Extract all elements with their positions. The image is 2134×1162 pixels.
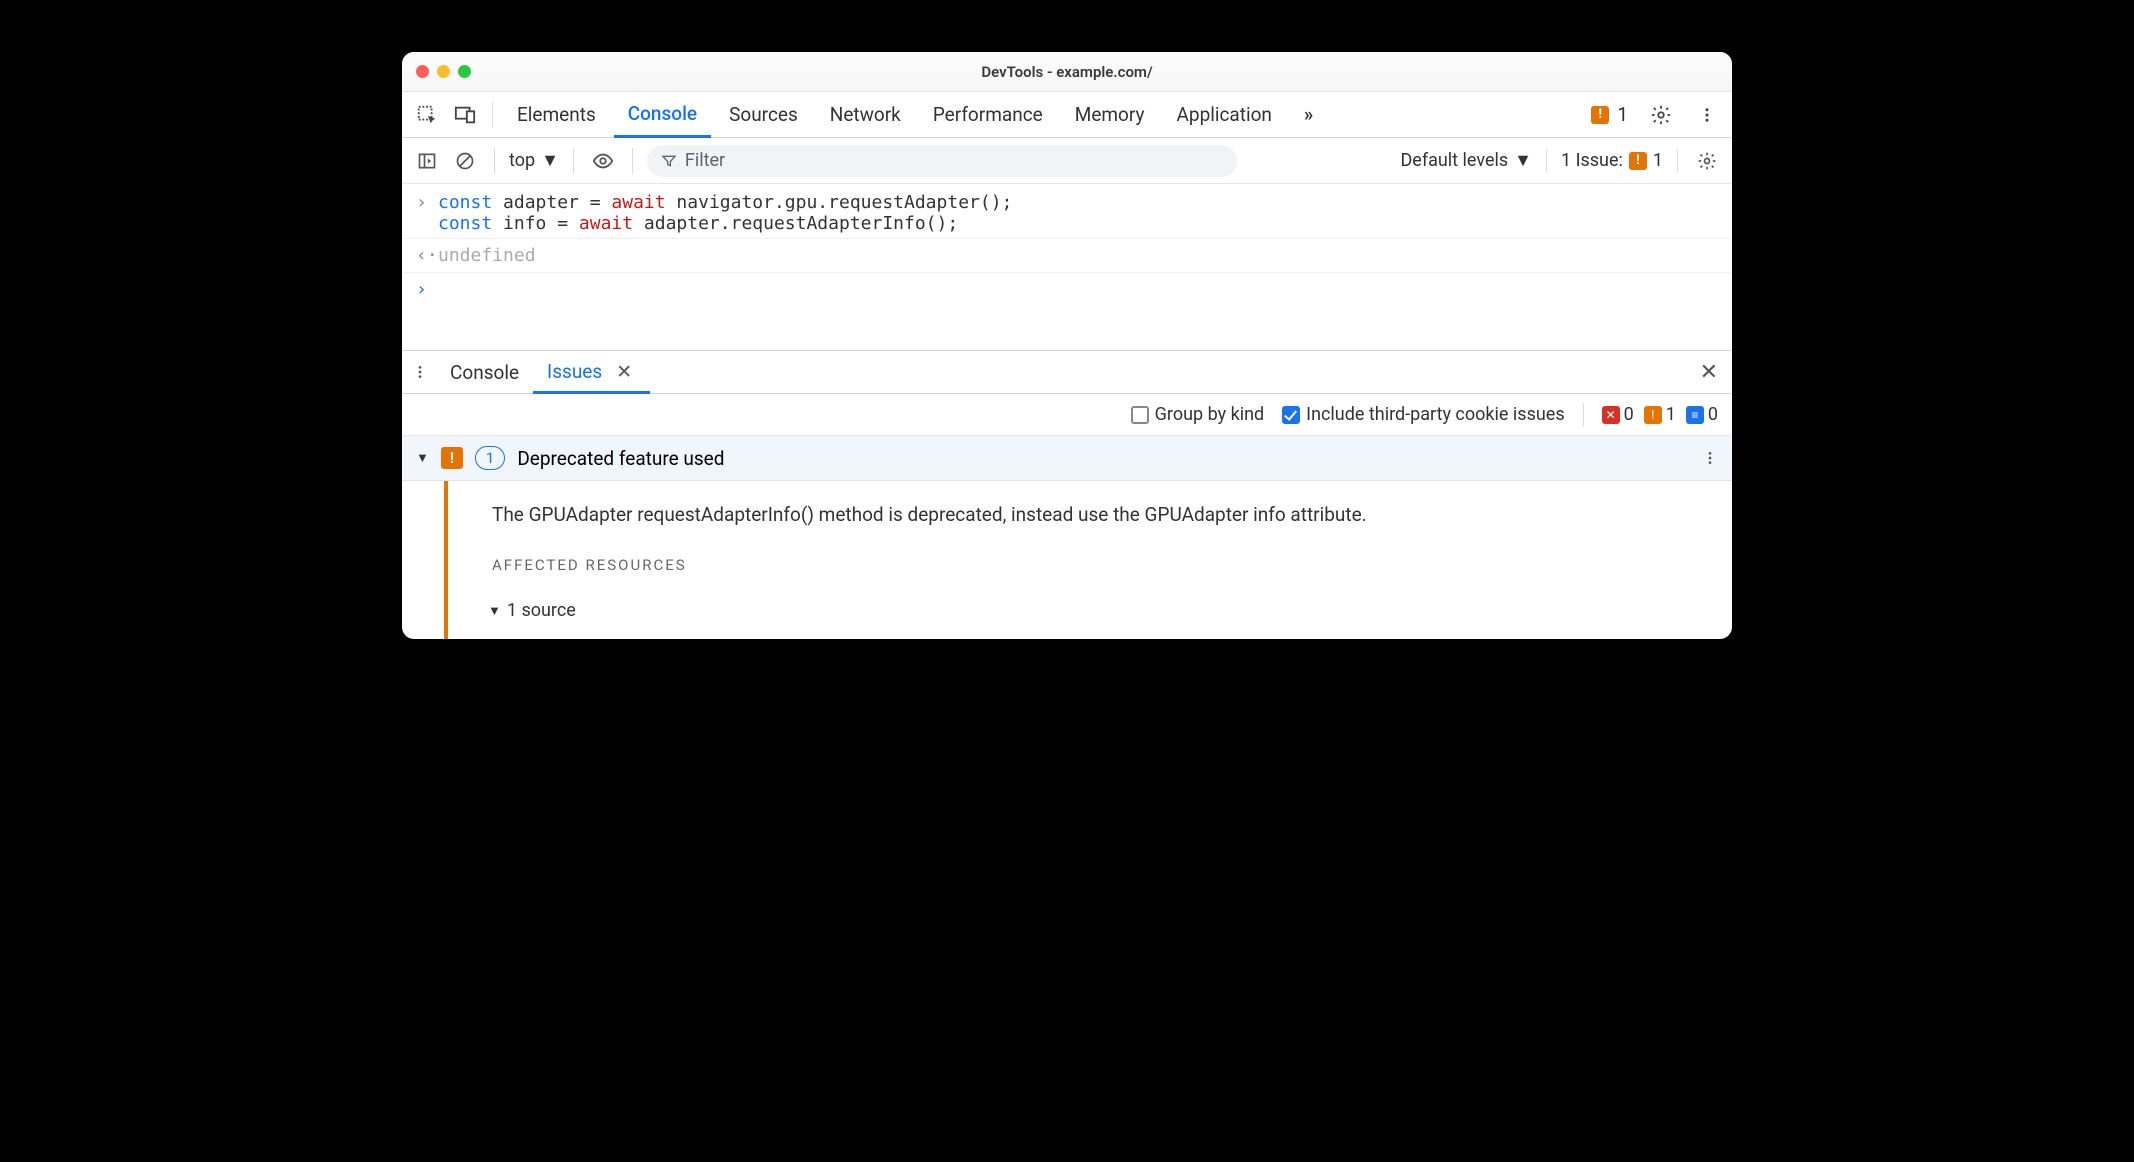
issue-description: The GPUAdapter requestAdapterInfo() meth…: [492, 503, 1712, 526]
close-window-button[interactable]: [416, 65, 429, 78]
main-tabs: Elements Console Sources Network Perform…: [402, 92, 1732, 138]
drawer-tabs: Console Issues ✕ ✕: [402, 350, 1732, 394]
warn-count: 1: [1613, 103, 1632, 126]
input-arrow-icon: ›: [416, 192, 438, 234]
issues-toolbar: Group by kind Include third-party cookie…: [402, 394, 1732, 436]
console-settings-icon[interactable]: [1692, 146, 1722, 176]
warning-count[interactable]: !1: [1644, 404, 1676, 425]
prompt-arrow-icon: ›: [416, 279, 438, 300]
warning-icon: !: [1591, 106, 1609, 124]
divider: [1546, 149, 1547, 173]
live-expression-icon[interactable]: [588, 146, 618, 176]
error-count[interactable]: ✕0: [1602, 404, 1634, 425]
maximize-window-button[interactable]: [458, 65, 471, 78]
source-toggle[interactable]: ▼ 1 source: [488, 600, 1712, 621]
settings-icon[interactable]: [1644, 98, 1678, 132]
tab-performance[interactable]: Performance: [919, 92, 1057, 137]
warning-icon: !: [1629, 152, 1647, 170]
tab-network[interactable]: Network: [816, 92, 915, 137]
info-count[interactable]: ≡0: [1686, 404, 1718, 425]
tab-sources[interactable]: Sources: [715, 92, 812, 137]
expand-triangle-icon: ▼: [488, 603, 501, 619]
console-input-entry: › const adapter = await navigator.gpu.re…: [402, 188, 1732, 238]
devtools-window: DevTools - example.com/ Elements Console…: [402, 52, 1732, 639]
tab-application[interactable]: Application: [1163, 92, 1286, 137]
checkbox-label: Include third-party cookie issues: [1306, 404, 1564, 425]
inspect-icon[interactable]: [410, 98, 444, 132]
affected-resources-label: Affected Resources: [492, 556, 1712, 574]
warning-icon: !: [441, 447, 463, 469]
filter-input[interactable]: Filter: [647, 145, 1237, 177]
chevron-down-icon: ▼: [1514, 150, 1532, 171]
drawer-kebab-icon[interactable]: [412, 364, 436, 380]
warning-icon: !: [1644, 406, 1662, 424]
chevron-down-icon: ▼: [541, 150, 559, 171]
output-arrow-icon: ‹·: [416, 245, 438, 266]
console-prompt[interactable]: ›: [402, 273, 1732, 350]
issue-label: 1 Issue:: [1561, 150, 1623, 171]
issue-count: 1: [1653, 150, 1663, 171]
toggle-sidebar-icon[interactable]: [412, 146, 442, 176]
issue-row-header[interactable]: ▼ ! 1 Deprecated feature used: [402, 436, 1732, 481]
expand-triangle-icon: ▼: [416, 450, 429, 466]
divider: [492, 102, 493, 128]
kebab-menu-icon[interactable]: [1690, 98, 1724, 132]
execution-context-selector[interactable]: top ▼: [509, 150, 559, 171]
divider: [494, 148, 495, 174]
info-icon: ≡: [1686, 406, 1704, 424]
tab-console[interactable]: Console: [614, 93, 711, 138]
tab-elements[interactable]: Elements: [503, 92, 610, 137]
divider: [1677, 149, 1678, 173]
window-controls: [416, 65, 471, 78]
console-output: › const adapter = await navigator.gpu.re…: [402, 184, 1732, 350]
console-toolbar: top ▼ Filter Default levels ▼ 1 Issue: !…: [402, 138, 1732, 184]
issues-indicator[interactable]: ! 1: [1591, 103, 1632, 126]
clear-console-icon[interactable]: [450, 146, 480, 176]
error-icon: ✕: [1602, 406, 1620, 424]
titlebar: DevTools - example.com/: [402, 52, 1732, 92]
issue-title: Deprecated feature used: [517, 447, 724, 470]
tab-memory[interactable]: Memory: [1061, 92, 1159, 137]
close-drawer-icon[interactable]: ✕: [1696, 360, 1722, 385]
drawer-tab-label: Issues: [547, 360, 602, 383]
issue-body: The GPUAdapter requestAdapterInfo() meth…: [402, 481, 1732, 639]
output-value: undefined: [438, 245, 536, 266]
context-label: top: [509, 150, 535, 171]
levels-label: Default levels: [1400, 150, 1508, 171]
device-toolbar-icon[interactable]: [448, 98, 482, 132]
divider: [632, 148, 633, 174]
issue-count-pill: 1: [475, 446, 505, 470]
issue-menu-icon[interactable]: [1702, 450, 1718, 466]
checkbox-checked-icon: [1282, 406, 1300, 424]
console-output-entry: ‹· undefined: [402, 238, 1732, 273]
divider: [1583, 403, 1584, 427]
issues-link[interactable]: 1 Issue: ! 1: [1561, 150, 1663, 171]
checkbox-label: Group by kind: [1155, 404, 1265, 425]
code-line: const adapter = await navigator.gpu.requ…: [438, 192, 1012, 234]
window-title: DevTools - example.com/: [402, 63, 1732, 81]
close-tab-icon[interactable]: ✕: [612, 360, 636, 383]
drawer-tab-issues[interactable]: Issues ✕: [533, 352, 650, 394]
filter-icon: [661, 153, 677, 169]
divider: [573, 148, 574, 174]
checkbox-icon: [1131, 406, 1149, 424]
include-third-party-checkbox[interactable]: Include third-party cookie issues: [1282, 404, 1564, 425]
more-tabs-button[interactable]: »: [1290, 92, 1323, 137]
issue-counts: ✕0 !1 ≡0: [1602, 404, 1718, 425]
minimize-window-button[interactable]: [437, 65, 450, 78]
source-label: 1 source: [507, 600, 576, 621]
drawer-tab-console[interactable]: Console: [436, 351, 533, 393]
filter-placeholder: Filter: [685, 150, 725, 171]
group-by-kind-checkbox[interactable]: Group by kind: [1131, 404, 1265, 425]
log-levels-selector[interactable]: Default levels ▼: [1400, 150, 1532, 171]
